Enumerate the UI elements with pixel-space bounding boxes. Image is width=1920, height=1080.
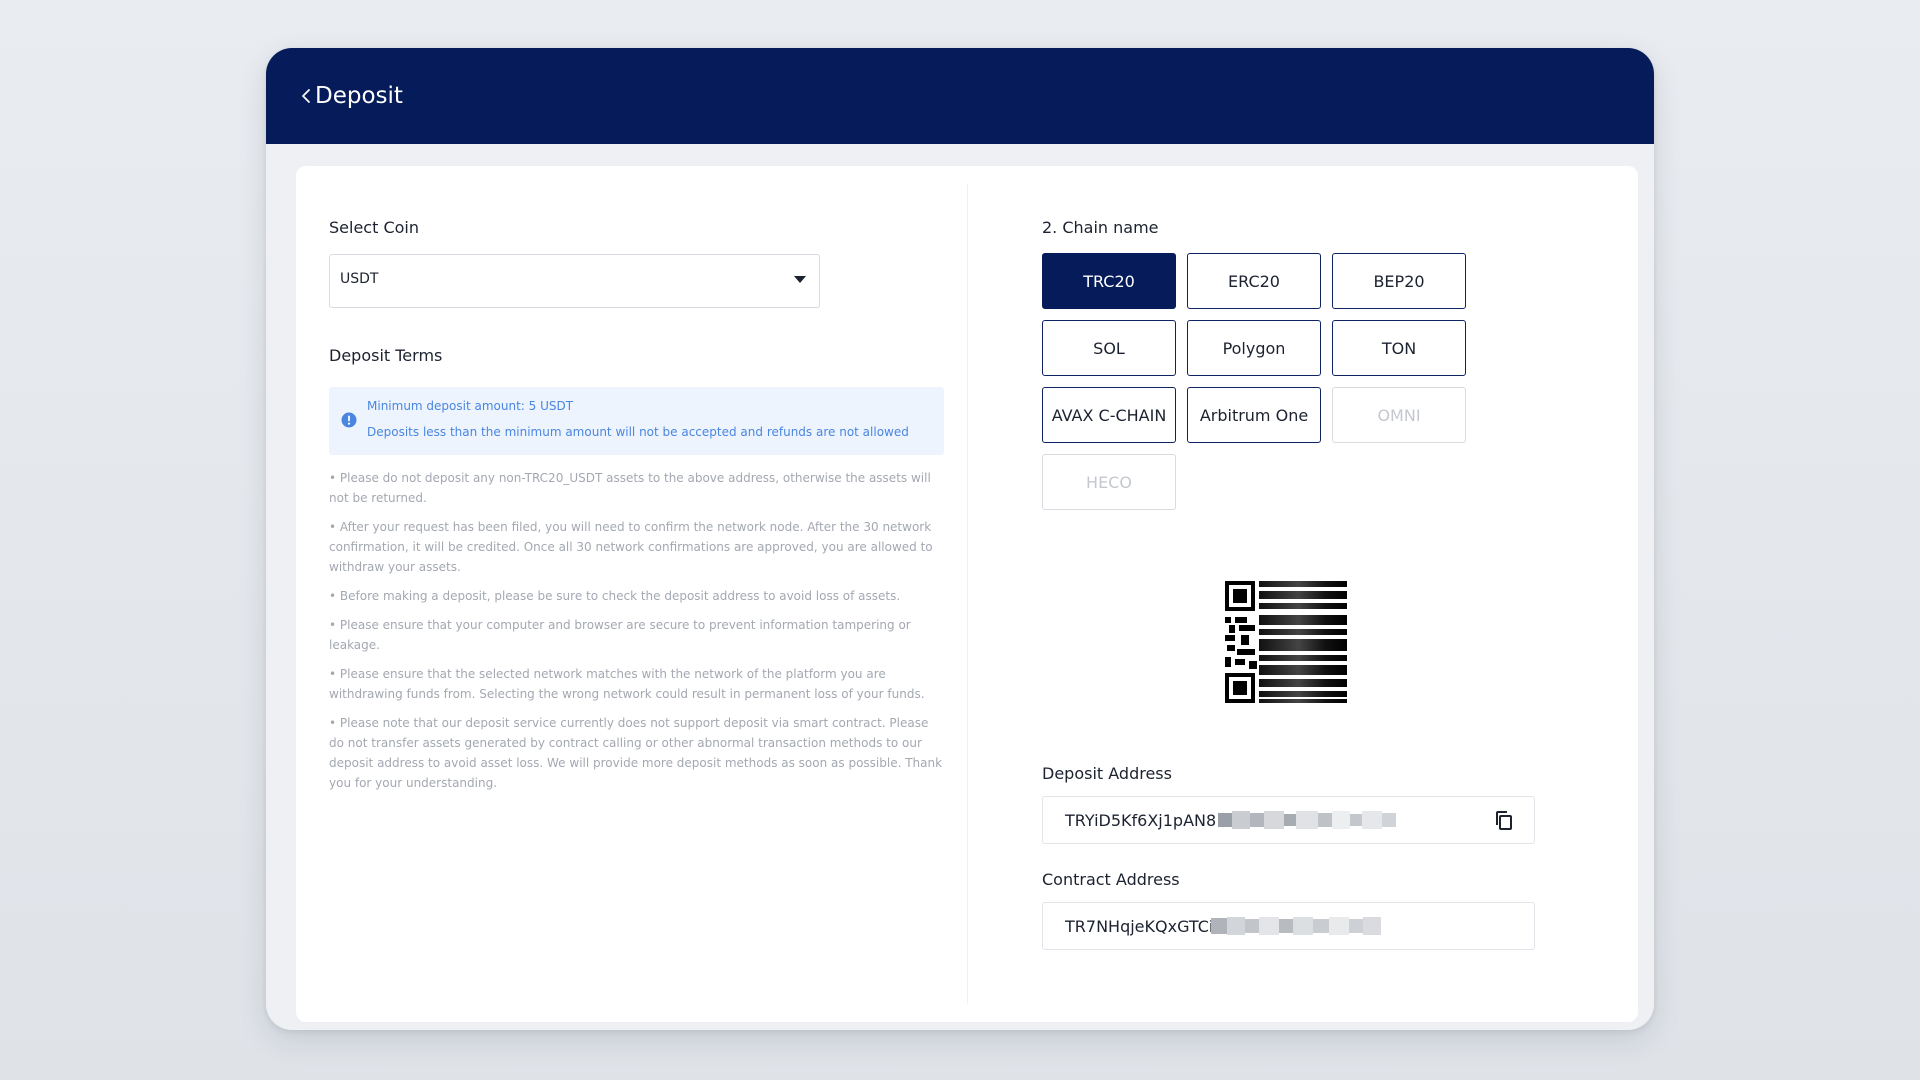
- chain-option-bep20[interactable]: BEP20: [1332, 253, 1466, 309]
- chain-name-label: 2. Chain name: [1042, 218, 1159, 237]
- term-item: • Please do not deposit any non-TRC20_US…: [329, 471, 931, 505]
- redacted-address-blur: [1218, 811, 1396, 829]
- term-item: • Please note that our deposit service c…: [329, 716, 943, 790]
- chain-option-avax-c-chain[interactable]: AVAX C-CHAIN: [1042, 387, 1176, 443]
- term-item: • Before making a deposit, please be sur…: [329, 589, 901, 603]
- chevron-left-icon: [302, 89, 310, 103]
- select-coin-label: Select Coin: [329, 218, 419, 237]
- deposit-terms-title: Deposit Terms: [329, 346, 443, 365]
- deposit-address-value: TRYiD5Kf6Xj1pAN8: [1065, 811, 1217, 830]
- page-title: Deposit: [315, 83, 403, 109]
- caret-down-icon: [794, 276, 806, 283]
- chain-option-heco: HECO: [1042, 454, 1176, 510]
- header-bar: Deposit: [266, 48, 1654, 144]
- redacted-contract-blur: [1211, 917, 1381, 935]
- deposit-terms-list: • Please do not deposit any non-TRC20_US…: [329, 468, 944, 802]
- chain-options: TRC20 ERC20 BEP20 SOL Polygon TON AVAX C…: [1042, 253, 1472, 513]
- deposit-address-label: Deposit Address: [1042, 764, 1172, 783]
- term-item: • Please ensure that your computer and b…: [329, 618, 911, 652]
- coin-select[interactable]: USDT: [329, 254, 820, 308]
- deposit-card: Select Coin USDT Deposit Terms Minimum d…: [296, 166, 1638, 1022]
- notice-min-amount: Minimum deposit amount: 5 USDT: [367, 399, 574, 413]
- term-item: • After your request has been filed, you…: [329, 520, 933, 574]
- chain-option-polygon[interactable]: Polygon: [1187, 320, 1321, 376]
- coin-select-value: USDT: [340, 271, 379, 287]
- chain-option-arbitrum-one[interactable]: Arbitrum One: [1187, 387, 1321, 443]
- chain-option-ton[interactable]: TON: [1332, 320, 1466, 376]
- contract-address-value: TR7NHqjeKQxGTCi: [1065, 917, 1214, 936]
- contract-address-label: Contract Address: [1042, 870, 1180, 889]
- chain-option-omni: OMNI: [1332, 387, 1466, 443]
- info-circle-icon: [341, 412, 357, 428]
- copy-address-button[interactable]: [1494, 810, 1514, 832]
- copy-icon: [1496, 811, 1512, 830]
- deposit-qr-code: [1225, 581, 1347, 703]
- contract-address-field: TR7NHqjeKQxGTCi: [1042, 902, 1535, 950]
- notice-refund-policy: Deposits less than the minimum amount wi…: [367, 425, 909, 439]
- chain-option-trc20[interactable]: TRC20: [1042, 253, 1176, 309]
- min-deposit-notice: Minimum deposit amount: 5 USDT Deposits …: [329, 387, 944, 455]
- column-divider: [967, 184, 968, 1004]
- deposit-window: Deposit Select Coin USDT Deposit Terms M…: [266, 48, 1654, 1030]
- chain-option-erc20[interactable]: ERC20: [1187, 253, 1321, 309]
- chain-option-sol[interactable]: SOL: [1042, 320, 1176, 376]
- deposit-address-field: TRYiD5Kf6Xj1pAN8: [1042, 796, 1535, 844]
- term-item: • Please ensure that the selected networ…: [329, 667, 925, 701]
